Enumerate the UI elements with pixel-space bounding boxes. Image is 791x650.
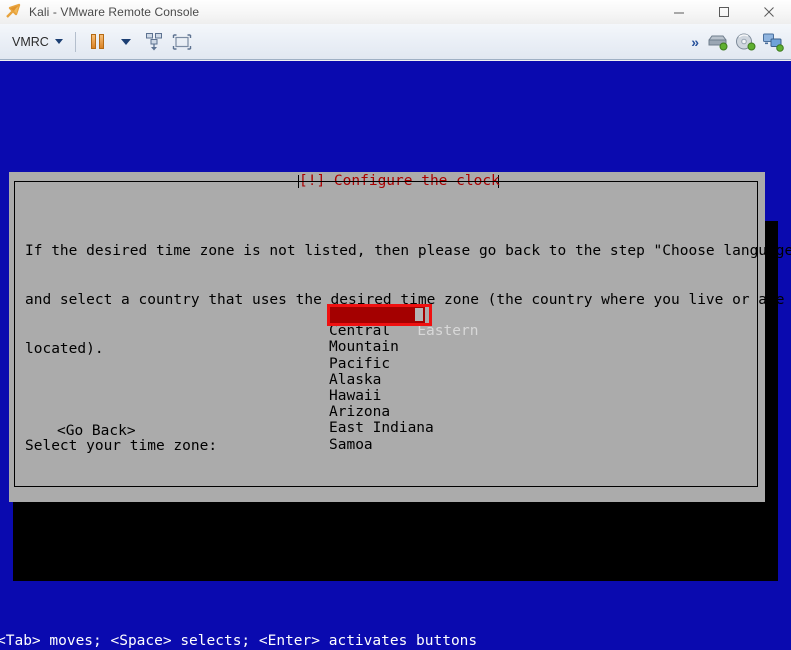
hard-disk-device-button[interactable] [703,28,731,56]
vm-console-screen[interactable]: [!] Configure the clock If the desired t… [0,61,791,650]
timezone-list[interactable]: Eastern Central Mountain Pacific Alaska … [329,307,529,453]
cd-dvd-device-button[interactable] [731,28,759,56]
timezone-option-label: Eastern [417,323,479,340]
network-adapter-icon [763,33,784,52]
close-button[interactable] [746,0,791,24]
fullscreen-button[interactable] [168,28,196,56]
pause-button[interactable] [84,28,112,56]
toolbar-divider [74,31,76,52]
timezone-option-east-indiana[interactable]: East Indiana [329,420,529,436]
toolbar: VMRC » [0,24,791,60]
list-scroll-indicator[interactable] [415,308,423,321]
vmware-remote-console-icon [5,3,23,21]
window-controls [656,0,791,24]
timezone-option-alaska[interactable]: Alaska [329,372,529,388]
power-options-dropdown[interactable] [112,28,140,56]
window-title-bar: Kali - VMware Remote Console [0,0,791,24]
minimize-button[interactable] [656,0,701,24]
send-ctrl-alt-del-button[interactable] [140,28,168,56]
vmrc-menu-button[interactable]: VMRC [8,33,67,51]
console-status-line: <Tab> moves; <Space> selects; <Enter> ac… [0,633,478,649]
chevron-down-icon [120,38,131,45]
dialog-paragraph-line-2: and select a country that uses the desir… [25,292,785,309]
chevron-down-icon [54,39,63,44]
configure-clock-dialog: [!] Configure the clock If the desired t… [9,172,791,502]
window-title: Kali - VMware Remote Console [29,5,200,19]
send-keys-icon [145,32,162,50]
network-adapter-device-button[interactable] [759,28,787,56]
vmrc-menu-label: VMRC [12,34,49,49]
timezone-option-eastern[interactable]: Eastern [329,307,478,339]
hard-disk-icon [708,35,728,51]
fullscreen-icon [172,33,192,50]
timezone-option-hawaii[interactable]: Hawaii [329,388,529,404]
vmrc-window: Kali - VMware Remote Console VMRC » [!] … [0,0,791,650]
toolbar-right-group: » [685,24,787,60]
pause-icon [91,34,105,49]
overflow-chevrons-icon[interactable]: » [685,34,703,50]
maximize-button[interactable] [701,0,746,24]
timezone-option-arizona[interactable]: Arizona [329,404,529,420]
cd-dvd-icon [736,33,756,51]
timezone-option-samoa[interactable]: Samoa [329,437,529,453]
go-back-button[interactable]: <Go Back> [57,423,136,439]
dialog-paragraph-line-1: If the desired time zone is not listed, … [25,243,791,260]
